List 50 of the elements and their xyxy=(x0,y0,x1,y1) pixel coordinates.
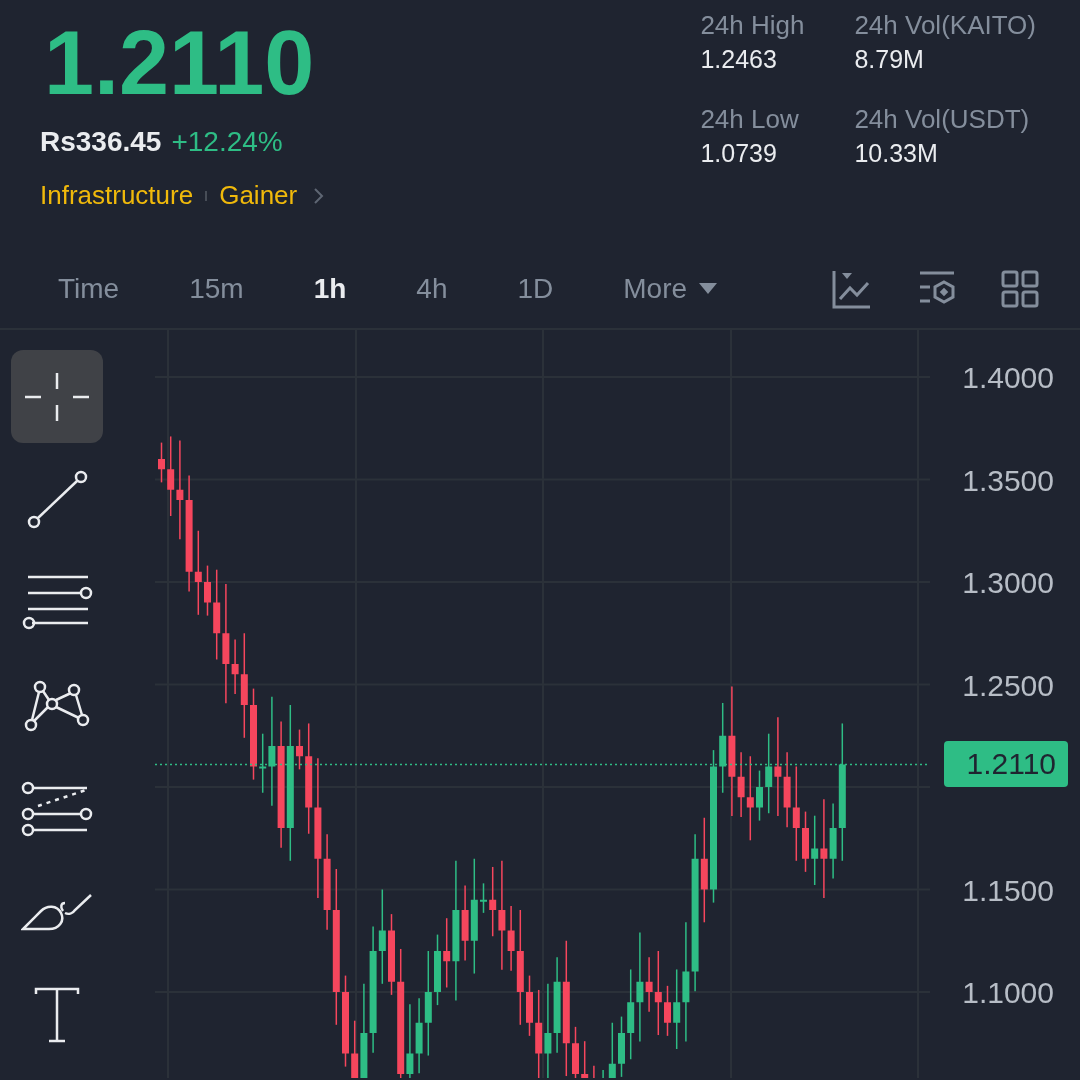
stat-label: 24h High xyxy=(700,10,806,41)
more-intervals-dropdown[interactable]: More xyxy=(617,272,724,306)
stat-value: 10.33M xyxy=(854,139,939,168)
price-change: +12.24% xyxy=(171,126,283,158)
category-tag-link[interactable]: Gainer xyxy=(219,180,298,211)
more-label: More xyxy=(623,273,688,305)
stat-label: 24h Vol(KAITO) xyxy=(854,10,1036,41)
fiat-price: Rs336.45 xyxy=(40,126,162,158)
grid-layout-icon[interactable] xyxy=(1000,269,1040,309)
candle xyxy=(618,1015,625,1078)
stat-label: 24h Low xyxy=(700,104,800,135)
stat-value: 1.0739 xyxy=(700,139,778,168)
interval-tab[interactable]: 4h xyxy=(416,265,448,313)
candle xyxy=(608,1022,616,1078)
candle xyxy=(756,769,763,822)
interval-tab[interactable]: Time xyxy=(58,265,120,313)
last-price-tag: 1.2110 xyxy=(944,741,1068,788)
interval-tab[interactable]: 15m xyxy=(189,265,244,313)
category-tag-link[interactable]: Infrastructure xyxy=(40,180,194,211)
candle xyxy=(664,985,671,1037)
price-axis-label: 1.2500 xyxy=(962,668,1054,702)
candle xyxy=(581,1040,589,1078)
candle xyxy=(204,564,211,617)
price-axis-label: 1.3000 xyxy=(962,566,1054,599)
price-axis-label: 1.4000 xyxy=(962,361,1054,394)
last-price: 1.2110 xyxy=(44,18,316,108)
stat-value: 8.79M xyxy=(854,45,925,74)
trend-line-icon xyxy=(26,470,88,529)
candle xyxy=(296,728,303,771)
text-icon xyxy=(34,986,80,1043)
stat-value: 1.2463 xyxy=(700,45,778,74)
caret-down-icon xyxy=(699,283,718,295)
candle xyxy=(158,441,165,484)
candle xyxy=(802,810,809,873)
pattern-icon xyxy=(24,679,90,732)
candle xyxy=(480,882,487,914)
price-axis-label: 1.3500 xyxy=(962,463,1054,497)
price-axis-label: 1.1000 xyxy=(962,976,1054,1009)
fib-icon xyxy=(21,780,93,837)
candle xyxy=(572,1026,579,1078)
candle xyxy=(526,974,533,1037)
parallel-lines-icon xyxy=(21,575,93,630)
crosshair-icon xyxy=(23,370,91,423)
price-axis-label: 1.1500 xyxy=(962,873,1054,907)
brush-icon xyxy=(21,892,93,931)
chevron-right-icon[interactable] xyxy=(313,186,326,205)
interval-tab[interactable]: 1h xyxy=(313,265,347,313)
stat-label: 24h Vol(USDT) xyxy=(854,104,1031,135)
chart-indicator-icon[interactable] xyxy=(832,269,872,309)
interval-tab[interactable]: 1D xyxy=(517,265,554,313)
